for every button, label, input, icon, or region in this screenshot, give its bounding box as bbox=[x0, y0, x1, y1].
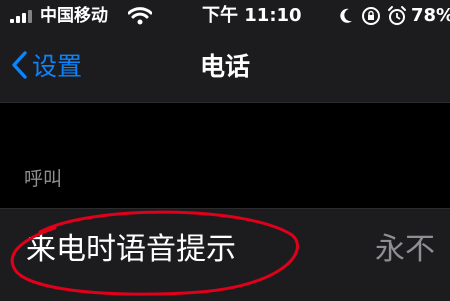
alarm-icon bbox=[386, 5, 408, 31]
carrier-name: 中国移动 bbox=[40, 6, 108, 26]
moon-icon bbox=[338, 6, 354, 30]
section-spacer bbox=[0, 103, 450, 163]
announce-calls-label: 来电时语音提示 bbox=[26, 232, 236, 267]
wifi-icon bbox=[127, 6, 153, 30]
navigation-bar: 设置 电话 bbox=[0, 34, 450, 103]
orientation-lock-icon bbox=[360, 6, 382, 30]
announce-calls-value: 永不 bbox=[375, 232, 435, 267]
status-bar: 中国移动 下午 11:10 78% bbox=[0, 0, 450, 34]
page-title: 电话 bbox=[199, 52, 250, 81]
status-time: 下午 11:10 bbox=[202, 5, 302, 26]
battery-percentage: 78% bbox=[411, 5, 450, 26]
signal-icon bbox=[10, 9, 32, 23]
announce-calls-row[interactable]: 来电时语音提示 永不 bbox=[0, 208, 450, 301]
section-header: 呼叫 bbox=[24, 168, 63, 190]
